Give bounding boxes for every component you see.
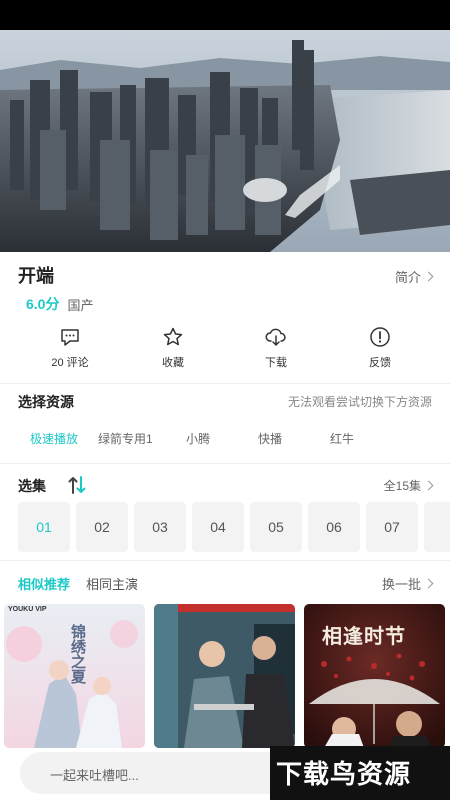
episode-list: 01 02 03 04 05 06 07 <box>18 502 450 552</box>
episode-chip[interactable]: 05 <box>250 502 302 552</box>
comments-button[interactable]: 20 评论 <box>35 326 105 371</box>
all-episodes-label: 全15集 <box>383 479 421 493</box>
poster-title: 锦绣之夏 <box>69 624 87 684</box>
comment-input[interactable]: 一起来吐槽吧... <box>20 752 290 794</box>
source-item[interactable]: 快播 <box>258 430 282 447</box>
poster-card[interactable] <box>154 604 295 748</box>
divider <box>0 560 450 561</box>
favorite-label: 收藏 <box>162 357 184 369</box>
comments-label: 20 评论 <box>51 357 89 369</box>
episode-section-title: 选集 <box>18 478 46 494</box>
video-frame-cityscape <box>0 30 450 252</box>
comment-placeholder: 一起来吐槽吧... <box>50 768 139 783</box>
poster-brand: YOUKU VIP <box>8 606 47 613</box>
source-section-title: 选择资源 <box>18 394 74 410</box>
episode-chip[interactable]: 02 <box>76 502 128 552</box>
feedback-button[interactable]: 反馈 <box>345 326 415 371</box>
video-player[interactable] <box>0 30 450 252</box>
refresh-button[interactable]: 换一批 <box>381 574 434 593</box>
poster-image <box>154 604 295 748</box>
favorite-button[interactable]: 收藏 <box>138 326 208 371</box>
source-hint: 无法观看尝试切换下方资源 <box>287 395 432 409</box>
comment-icon <box>61 329 79 346</box>
chevron-right-icon <box>423 480 434 491</box>
divider <box>0 463 450 464</box>
poster-card[interactable]: 相逢时节 <box>304 604 445 748</box>
chevron-right-icon <box>423 271 434 282</box>
feedback-label: 反馈 <box>369 357 391 369</box>
divider <box>0 383 450 384</box>
watermark: 下载鸟资源 <box>270 746 450 800</box>
status-bar <box>0 0 450 30</box>
source-item[interactable]: 绿箭专用1 <box>98 430 153 447</box>
source-item[interactable]: 极速播放 <box>30 430 78 447</box>
episode-chip[interactable]: 04 <box>192 502 244 552</box>
watermark-text: 下载鸟资源 <box>276 760 412 790</box>
tab-similar[interactable]: 相似推荐 <box>18 574 70 593</box>
tab-same-cast[interactable]: 相同主演 <box>86 574 138 593</box>
chevron-right-icon <box>423 578 434 589</box>
sort-icon[interactable] <box>68 475 86 495</box>
poster-title: 相逢时节 <box>322 624 406 648</box>
episode-chip[interactable]: 06 <box>308 502 360 552</box>
alert-circle-icon <box>370 327 390 347</box>
video-title: 开端 <box>18 266 54 286</box>
poster-card[interactable]: YOUKU VIP 锦绣之夏 <box>4 604 145 748</box>
refresh-label: 换一批 <box>381 577 421 592</box>
source-item[interactable]: 小腾 <box>186 430 210 447</box>
episode-chip[interactable]: 01 <box>18 502 70 552</box>
recommend-list: YOUKU VIP 锦绣之夏 相逢时节 <box>4 604 450 748</box>
episode-chip[interactable]: 07 <box>366 502 418 552</box>
intro-link[interactable]: 简介 <box>394 267 434 286</box>
episode-chip-partial[interactable] <box>424 502 450 552</box>
rating-score: 6.0分 <box>26 296 60 312</box>
region-tag: 国产 <box>67 297 94 313</box>
star-icon <box>163 327 183 346</box>
cloud-download-icon <box>265 328 286 346</box>
all-episodes-link[interactable]: 全15集 <box>383 477 434 494</box>
episode-chip[interactable]: 03 <box>134 502 186 552</box>
source-item[interactable]: 红牛 <box>330 430 354 447</box>
download-label: 下载 <box>265 357 287 369</box>
download-button[interactable]: 下载 <box>241 326 311 371</box>
intro-label: 简介 <box>394 270 421 285</box>
